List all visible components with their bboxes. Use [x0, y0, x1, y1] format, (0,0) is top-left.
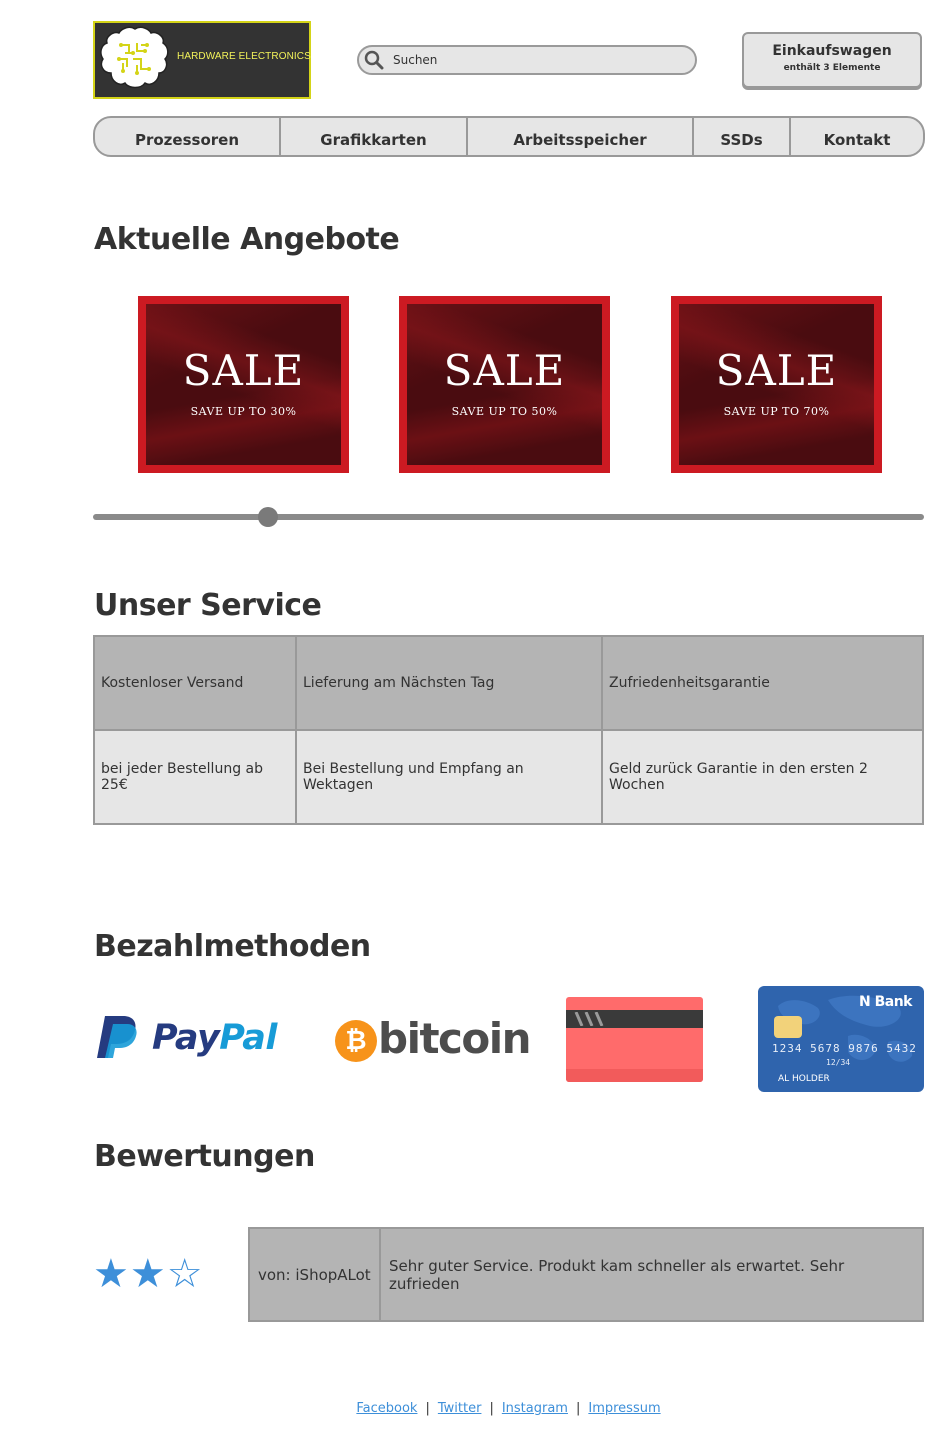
bitcoin-icon: ₿ — [335, 1020, 377, 1062]
star-empty-icon: ☆ — [166, 1251, 204, 1297]
nav-item-arbeitsspeicher[interactable]: Arbeitsspeicher — [468, 118, 694, 155]
footer-links: Facebook | Twitter | Instagram | Impressum — [0, 1401, 944, 1416]
card-number: 1234 5678 9876 5432 — [772, 1042, 917, 1055]
offers-heading: Aktuelle Angebote — [94, 222, 400, 257]
paypal-logo-text: PayPal — [152, 1018, 277, 1058]
service-heading: Unser Service — [94, 588, 322, 623]
footer-separator: | — [425, 1401, 430, 1416]
star-filled-icon: ★ — [129, 1251, 167, 1297]
sale-title: SALE — [715, 346, 838, 395]
sale-title: SALE — [182, 346, 305, 395]
main-navigation: Prozessoren Grafikkarten Arbeitsspeicher… — [93, 116, 925, 157]
sale-banner[interactable]: SALE SAVE UP TO 30% — [138, 296, 349, 473]
paypal-pal: Pal — [219, 1018, 277, 1058]
footer-link-facebook[interactable]: Facebook — [356, 1401, 417, 1416]
review-author: von: iShopALot — [248, 1227, 381, 1322]
card-chip-icon — [774, 1016, 802, 1038]
payment-heading: Bezahlmethoden — [94, 929, 371, 964]
paypal-icon — [97, 1016, 137, 1058]
bank-name: N Bank — [859, 994, 913, 1010]
sale-subtitle: SAVE UP TO 70% — [723, 405, 830, 418]
footer-link-impressum[interactable]: Impressum — [588, 1401, 660, 1416]
card-expiry: 12/34 — [826, 1058, 851, 1067]
service-detail-cell: Geld zurück Garantie in den ersten 2 Woc… — [601, 729, 924, 825]
service-table: Kostenloser Versand Lieferung am Nächste… — [93, 635, 924, 825]
cart-button[interactable]: Einkaufswagen enthält 3 Elemente — [742, 32, 922, 88]
sale-title: SALE — [443, 346, 566, 395]
logo-text: HARDWARE ELECTRONICS — [177, 51, 311, 62]
footer-separator: | — [575, 1401, 581, 1416]
credit-card-back-icon — [566, 997, 703, 1082]
bank-card-icon: N Bank 1234 5678 9876 5432 12/34 AL HOLD… — [758, 986, 924, 1092]
card-holder: AL HOLDER — [778, 1074, 830, 1084]
cart-title: Einkaufswagen — [772, 43, 892, 59]
sale-banner[interactable]: SALE SAVE UP TO 50% — [399, 296, 610, 473]
service-header-cell: Kostenloser Versand — [93, 635, 297, 731]
paypal-pay: Pay — [152, 1018, 220, 1058]
service-header-cell: Lieferung am Nächsten Tag — [295, 635, 603, 731]
review-table: von: iShopALot Sehr guter Service. Produ… — [248, 1227, 924, 1322]
service-detail-cell: bei jeder Bestellung ab 25€ — [93, 729, 297, 825]
reviews-heading: Bewertungen — [94, 1139, 315, 1174]
star-rating: ★★☆ — [93, 1250, 204, 1298]
review-text: Sehr guter Service. Produkt kam schnelle… — [379, 1227, 924, 1322]
search-icon[interactable] — [363, 49, 385, 71]
cart-item-count: enthält 3 Elemente — [783, 63, 881, 73]
nav-item-prozessoren[interactable]: Prozessoren — [95, 118, 281, 155]
service-detail-cell: Bei Bestellung und Empfang an Wektagen — [295, 729, 603, 825]
carousel-slider-handle[interactable] — [257, 507, 278, 527]
card-stripe-marks — [574, 1012, 604, 1026]
footer-link-instagram[interactable]: Instagram — [502, 1401, 568, 1416]
footer-separator: | — [489, 1401, 494, 1416]
search-bar[interactable] — [357, 45, 697, 75]
bitcoin-logo-text: bitcoin — [378, 1014, 532, 1063]
search-input[interactable] — [393, 51, 683, 69]
nav-item-grafikkarten[interactable]: Grafikkarten — [281, 118, 468, 155]
star-filled-icon: ★ — [93, 1251, 130, 1297]
nav-item-ssds[interactable]: SSDs — [694, 118, 791, 155]
store-logo[interactable]: HARDWARE ELECTRONICS — [93, 21, 311, 99]
service-header-cell: Zufriedenheitsgarantie — [601, 635, 924, 731]
circuit-logo-icon — [100, 26, 169, 89]
footer-link-twitter[interactable]: Twitter — [438, 1401, 482, 1416]
sale-subtitle: SAVE UP TO 30% — [190, 405, 297, 418]
nav-item-kontakt[interactable]: Kontakt — [791, 118, 923, 155]
carousel-slider-track[interactable] — [93, 514, 924, 520]
sale-banner[interactable]: SALE SAVE UP TO 70% — [671, 296, 882, 473]
sale-subtitle: SAVE UP TO 50% — [451, 405, 558, 418]
